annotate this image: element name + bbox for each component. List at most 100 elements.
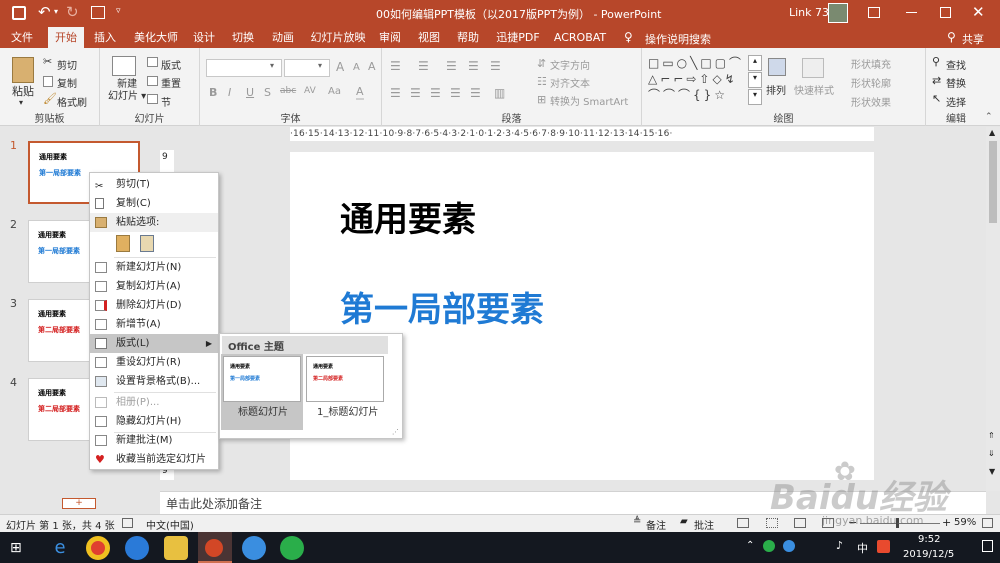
- arrange-button[interactable]: 排列: [766, 82, 786, 97]
- tray-app-icon[interactable]: [783, 540, 795, 552]
- line-spacing-icon[interactable]: ☰: [490, 59, 501, 73]
- show-hidden-icons[interactable]: ⌃: [746, 540, 754, 551]
- slide-title[interactable]: 通用要素: [340, 192, 476, 241]
- minimize-icon[interactable]: [906, 12, 917, 13]
- user-name[interactable]: Link 73: [789, 6, 829, 19]
- section-button[interactable]: 节: [161, 94, 171, 109]
- tab-transitions[interactable]: 切换: [228, 27, 258, 48]
- italic-button[interactable]: I: [228, 86, 231, 99]
- quick-styles-button[interactable]: 快速样式: [794, 82, 834, 97]
- spell-check-icon[interactable]: [122, 518, 133, 528]
- bullets-icon[interactable]: ☰: [390, 59, 401, 73]
- shapes-gallery[interactable]: □▭○╲□▢⌒ △⌐⌐⇨⇧◇↯ ⌒⌒⌒{}☆: [648, 55, 746, 105]
- menu-item-add-section[interactable]: 新增节(A): [90, 315, 218, 334]
- volume-icon[interactable]: ♪: [836, 539, 843, 552]
- save-icon[interactable]: [12, 6, 26, 20]
- font-name-dropdown-icon[interactable]: ▾: [270, 61, 274, 70]
- add-slide-button[interactable]: +: [62, 498, 96, 509]
- scroll-thumb[interactable]: [989, 141, 997, 223]
- align-center-icon[interactable]: ☰: [410, 86, 421, 100]
- shapes-scroll-down-icon[interactable]: ▾: [748, 72, 762, 88]
- tab-acrobat[interactable]: ACROBAT: [552, 27, 608, 48]
- slide-subtitle[interactable]: 第一局部要素: [340, 282, 544, 331]
- customize-toolbar-icon[interactable]: ▿: [116, 6, 121, 16]
- shadow-button[interactable]: abc: [280, 86, 296, 96]
- undo-icon[interactable]: ↶: [38, 3, 51, 21]
- text-direction-button[interactable]: 文字方向: [550, 57, 590, 72]
- layout-thumbnail[interactable]: 通用要素 第二局部要素: [306, 356, 384, 402]
- find-button[interactable]: 查找: [946, 57, 966, 72]
- tab-beautify[interactable]: 美化大师: [131, 27, 181, 48]
- layout-label[interactable]: 1_标题幻灯片: [317, 403, 378, 418]
- file-explorer-icon[interactable]: [164, 536, 188, 560]
- menu-item-hide-slide[interactable]: 隐藏幻灯片(H): [90, 412, 218, 431]
- font-size-select[interactable]: [284, 59, 330, 77]
- menu-item-cut[interactable]: ✂ 剪切(T): [90, 175, 218, 194]
- tab-design[interactable]: 设计: [189, 27, 219, 48]
- language-indicator[interactable]: 中文(中国): [146, 517, 194, 532]
- copy-button[interactable]: 复制: [57, 75, 77, 90]
- feishu-icon[interactable]: [242, 536, 266, 560]
- convert-smartart-button[interactable]: 转换为 SmartArt: [550, 93, 628, 108]
- shapes-scroll-up-icon[interactable]: ▴: [748, 55, 762, 71]
- align-left-icon[interactable]: ☰: [390, 86, 401, 100]
- strikethrough-button[interactable]: S: [264, 86, 271, 99]
- browser-icon[interactable]: [125, 536, 149, 560]
- menu-item-new-comment[interactable]: 新建批注(M): [90, 431, 218, 450]
- decrease-indent-icon[interactable]: ☰: [446, 59, 457, 73]
- justify-icon[interactable]: ☰: [450, 86, 461, 100]
- tab-home[interactable]: 开始: [48, 27, 84, 48]
- shape-fill-button[interactable]: 形状填充: [851, 56, 891, 71]
- menu-item-favorite[interactable]: ♥ 收藏当前选定幻灯片: [90, 450, 218, 469]
- notifications-icon[interactable]: [982, 540, 993, 552]
- maximize-icon[interactable]: [940, 7, 951, 18]
- wechat-icon[interactable]: [280, 536, 304, 560]
- windows-start-icon[interactable]: ⊞: [10, 540, 22, 556]
- sogou-icon[interactable]: [877, 540, 890, 553]
- tab-animations[interactable]: 动画: [268, 27, 298, 48]
- next-slide-icon[interactable]: ⇓: [988, 449, 995, 458]
- paste-picture-icon[interactable]: [140, 235, 154, 252]
- notes-toggle[interactable]: 备注: [646, 517, 666, 532]
- paste-button[interactable]: 粘贴: [12, 83, 34, 99]
- char-spacing-button[interactable]: AV: [304, 86, 316, 96]
- shapes-more-icon[interactable]: ▾: [748, 89, 762, 105]
- new-slide-icon[interactable]: [112, 56, 136, 76]
- notes-placeholder[interactable]: 单击此处添加备注: [166, 495, 262, 512]
- ime-indicator[interactable]: 中: [857, 540, 868, 556]
- paste-dropdown-icon[interactable]: ▾: [19, 98, 23, 107]
- tell-me-search[interactable]: 操作说明搜索: [645, 31, 711, 47]
- tab-insert[interactable]: 插入: [88, 27, 122, 48]
- menu-item-duplicate-slide[interactable]: 复制幻灯片(A): [90, 277, 218, 296]
- change-case-button[interactable]: Aa: [328, 86, 341, 97]
- tab-slideshow[interactable]: 幻灯片放映: [310, 27, 366, 48]
- layout-button[interactable]: 版式: [161, 57, 181, 72]
- font-color-button[interactable]: A: [356, 85, 364, 100]
- shrink-font-icon[interactable]: A: [353, 62, 360, 73]
- align-text-button[interactable]: 对齐文本: [550, 75, 590, 90]
- comments-toggle[interactable]: 批注: [694, 517, 714, 532]
- cut-button[interactable]: 剪切: [57, 57, 77, 72]
- tab-help[interactable]: 帮助: [453, 27, 483, 48]
- replace-button[interactable]: 替换: [946, 75, 966, 90]
- menu-item-reset-slide[interactable]: 重设幻灯片(R): [90, 353, 218, 372]
- collapse-ribbon-icon[interactable]: ⌃: [985, 112, 993, 122]
- paste-use-destination-icon[interactable]: [116, 235, 130, 252]
- layout-thumbnail[interactable]: 通用要素 第一局部要素: [223, 356, 301, 402]
- menu-item-layout[interactable]: 版式(L) ▶: [90, 334, 218, 353]
- menu-item-delete-slide[interactable]: 删除幻灯片(D): [90, 296, 218, 315]
- redo-icon[interactable]: ↻: [66, 3, 79, 21]
- tab-view[interactable]: 视图: [414, 27, 444, 48]
- close-icon[interactable]: ✕: [972, 3, 985, 21]
- clock-date[interactable]: 2019/12/5: [903, 549, 954, 560]
- distribute-icon[interactable]: ☰: [470, 86, 481, 100]
- undo-dropdown-icon[interactable]: ▾: [54, 7, 58, 16]
- resize-grip-icon[interactable]: ⋰: [392, 428, 399, 436]
- underline-button[interactable]: U: [246, 86, 254, 99]
- grow-font-icon[interactable]: A: [336, 60, 344, 74]
- layout-label[interactable]: 标题幻灯片: [238, 403, 288, 418]
- format-painter-button[interactable]: 格式刷: [57, 94, 87, 109]
- numbering-icon[interactable]: ☰: [418, 59, 429, 73]
- reset-button[interactable]: 重置: [161, 75, 181, 90]
- presentation-icon[interactable]: [91, 6, 105, 19]
